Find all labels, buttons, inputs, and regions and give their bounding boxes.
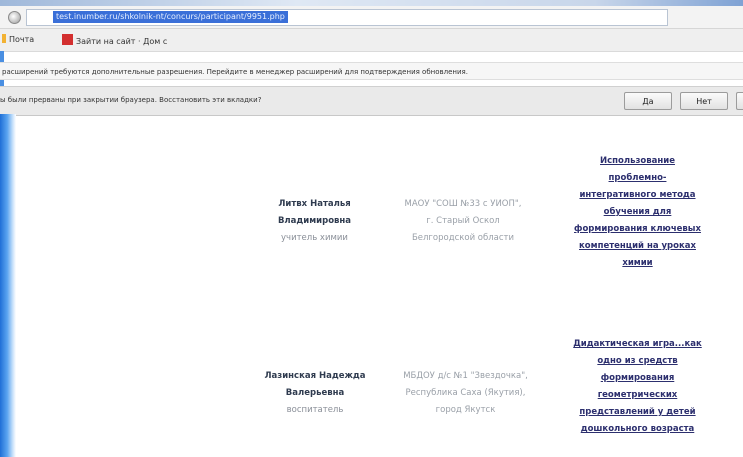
bookmark-site[interactable]: Зайти на сайт · Дом с	[62, 34, 167, 48]
restore-prompt-text: ы были прерваны при закрытии браузера. В…	[0, 96, 262, 104]
participant-name-line: Литвх Наталья	[278, 199, 351, 209]
participant-role: учитель химии	[281, 233, 348, 243]
bookmark-mail[interactable]: Почта	[2, 34, 34, 46]
organization-line: г. Старый Оскол	[426, 216, 500, 226]
heart-icon	[62, 34, 73, 45]
topic-link[interactable]: одно из средств	[597, 356, 677, 366]
topic-link[interactable]: формирования ключевых	[574, 224, 701, 234]
restore-session-bar: ы были прерваны при закрытии браузера. В…	[0, 86, 743, 116]
topic-link[interactable]: химии	[622, 258, 652, 268]
organization-line: МАОУ "СОШ №33 с УИОП",	[404, 199, 522, 209]
topic-link[interactable]: формирования	[601, 373, 675, 383]
topic-link[interactable]: компетенций на уроках	[579, 241, 696, 251]
participant-name-line: Владимировна	[277, 216, 352, 226]
participant-name-line: Валерьевна	[285, 388, 345, 398]
organization-line: город Якутск	[435, 405, 496, 415]
site-info-icon[interactable]	[8, 11, 21, 24]
desktop-background-edge	[0, 114, 16, 457]
participant-1-name: Литвх Наталья Владимировна учитель химии	[262, 196, 367, 247]
bookmark-mail-label: Почта	[9, 35, 35, 44]
restore-more-button[interactable]	[736, 92, 743, 110]
topic-link[interactable]: обучения для	[604, 207, 672, 217]
organization-line: МБДОУ д/с №1 "Звездочка",	[403, 371, 528, 381]
topic-link[interactable]: Дидактическая игра...как	[573, 339, 702, 349]
address-url[interactable]: test.inumber.ru/shkolnik-nt/concurs/part…	[53, 11, 288, 23]
participant-1-organization: МАОУ "СОШ №33 с УИОП", г. Старый Оскол Б…	[393, 196, 533, 247]
topic-link[interactable]: дошкольного возраста	[581, 424, 695, 434]
participant-name-line: Лазинская Надежда	[264, 371, 366, 381]
mail-icon	[2, 34, 6, 43]
extension-notice: расширений требуются дополнительные разр…	[0, 62, 743, 80]
bookmarks-bar: Почта Зайти на сайт · Дом с	[0, 29, 743, 52]
organization-line: Белгородской области	[411, 233, 515, 243]
topic-link[interactable]: представлений у детей	[579, 407, 695, 417]
participant-2-topic: Дидактическая игра...как одно из средств…	[555, 336, 720, 438]
restore-no-button[interactable]: Нет	[680, 92, 728, 110]
participant-2-organization: МБДОУ д/с №1 "Звездочка", Республика Сах…	[393, 368, 538, 419]
bookmark-site-label: Зайти на сайт · Дом с	[76, 37, 168, 46]
organization-line: Республика Саха (Якутия),	[405, 388, 526, 398]
participant-role: воспитатель	[286, 405, 344, 415]
participant-2-name: Лазинская Надежда Валерьевна воспитатель	[255, 368, 375, 419]
topic-link[interactable]: интегративного метода	[579, 190, 695, 200]
topic-link[interactable]: геометрических	[598, 390, 678, 400]
extension-notice-text: расширений требуются дополнительные разр…	[2, 68, 468, 76]
participant-1-topic: Использование проблемно- интегративного …	[560, 153, 715, 272]
topic-link[interactable]: проблемно-	[609, 173, 667, 183]
address-bar: test.inumber.ru/shkolnik-nt/concurs/part…	[0, 6, 743, 29]
address-field[interactable]: test.inumber.ru/shkolnik-nt/concurs/part…	[26, 9, 668, 26]
topic-link[interactable]: Использование	[600, 156, 675, 166]
restore-yes-button[interactable]: Да	[624, 92, 672, 110]
